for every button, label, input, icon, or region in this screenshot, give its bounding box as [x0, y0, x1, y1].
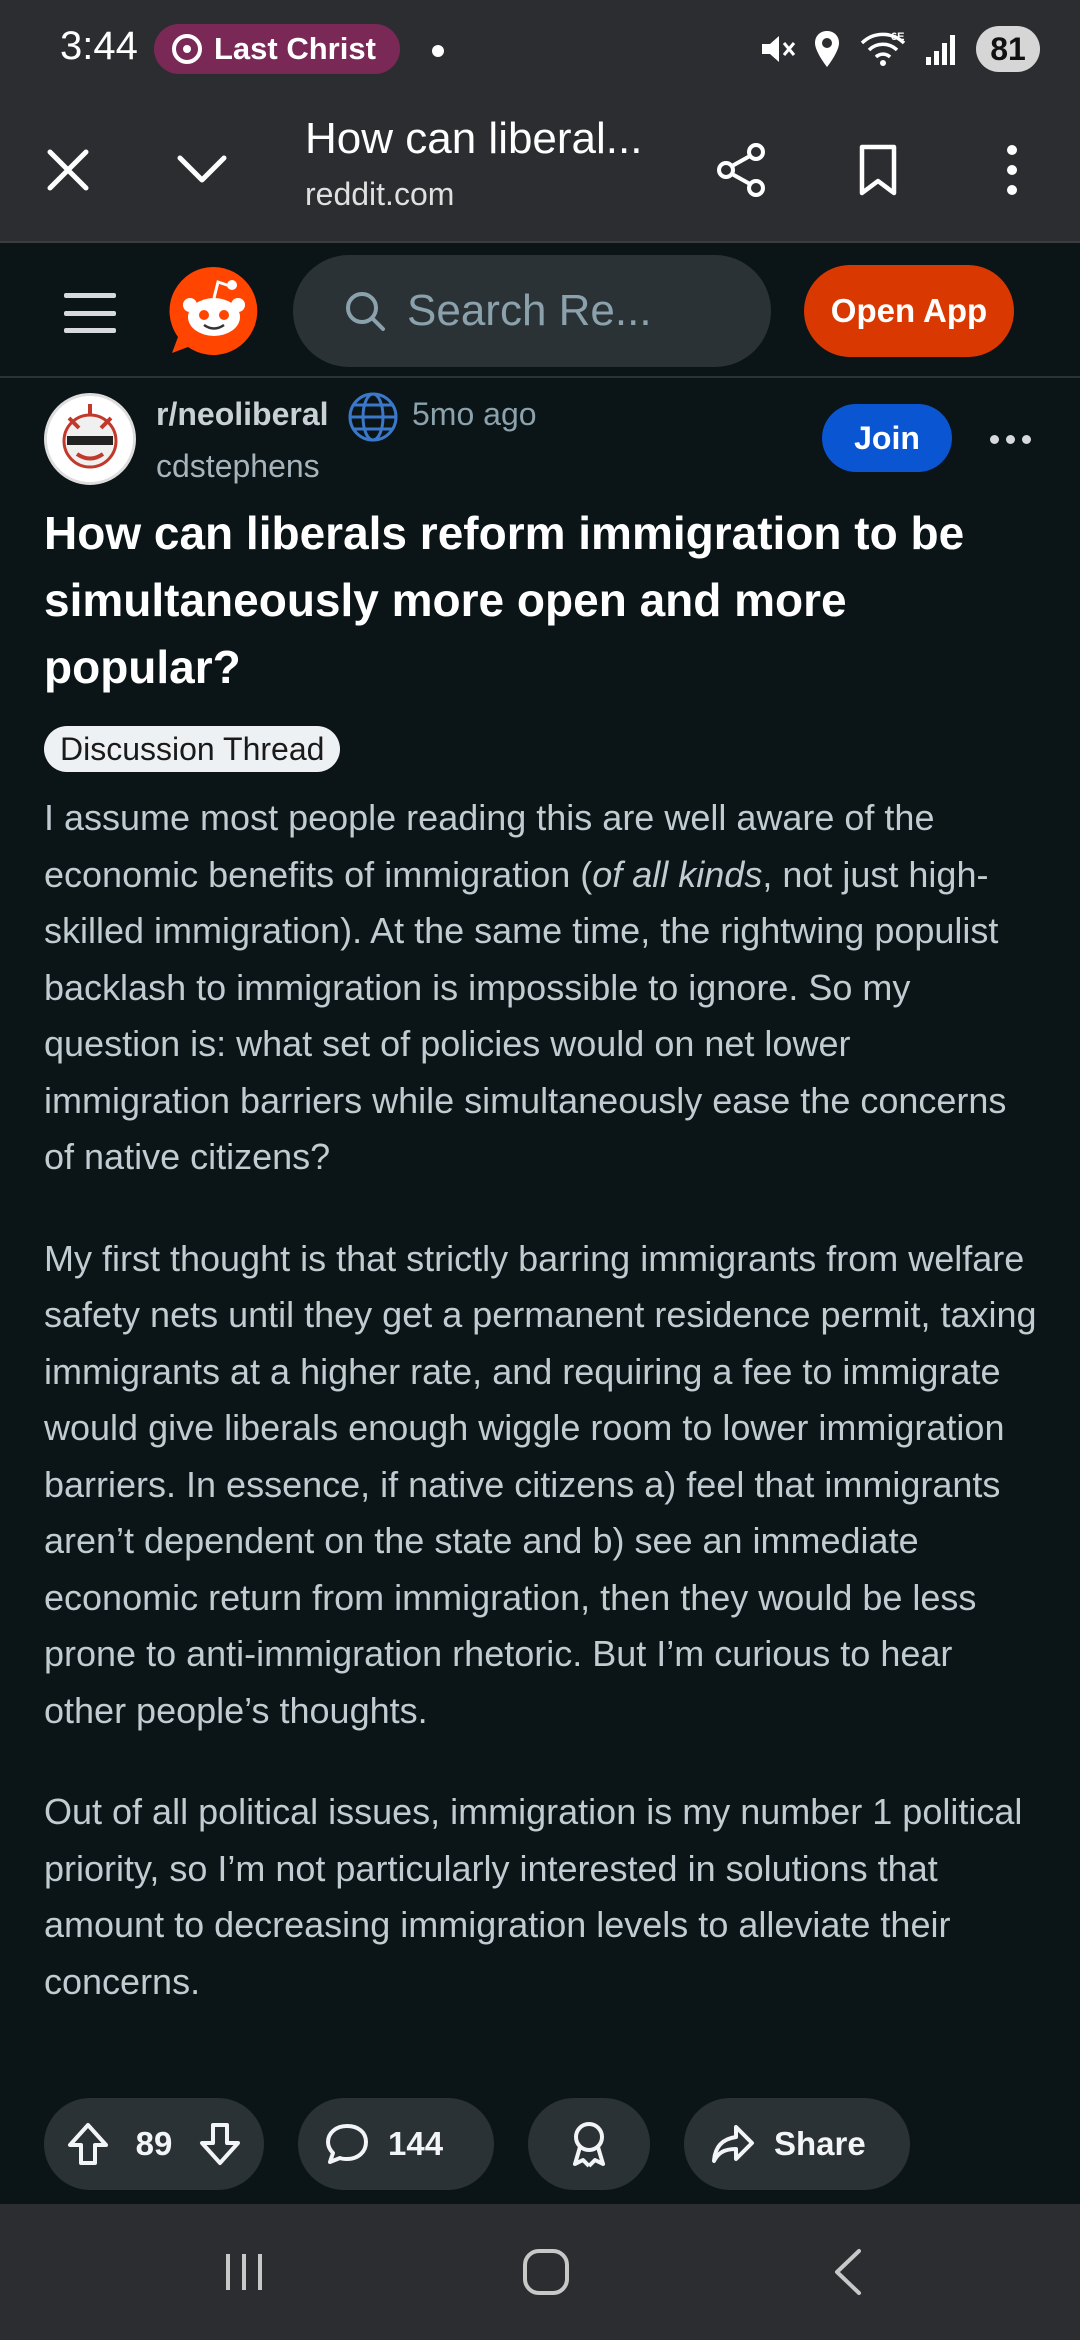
post-title: How can liberals reform immigration to b…: [44, 507, 965, 693]
post-time-ago: 5mo ago: [412, 396, 537, 432]
search-placeholder: Search Re...: [407, 286, 652, 335]
vote-count: 89: [135, 2125, 173, 2162]
post-paragraph: My first thought is that strictly barrin…: [44, 1237, 1037, 1731]
home-icon: [523, 2249, 569, 2295]
subreddit-avatar-image: [47, 396, 133, 482]
page-title: How can liberal...: [305, 114, 643, 163]
post-paragraph-italic: of all kinds: [592, 853, 763, 895]
wifi-icon: 6E: [860, 31, 906, 66]
browser-menu-button[interactable]: [972, 130, 1052, 210]
post-paragraph: Out of all political issues, immigration…: [44, 1791, 1023, 2002]
close-tab-button[interactable]: [28, 130, 108, 210]
more-vertical-icon: [1007, 145, 1017, 195]
open-app-button[interactable]: Open App: [804, 265, 1014, 357]
search-input[interactable]: Search Re...: [293, 255, 771, 367]
network-type-label: 6E: [891, 31, 904, 43]
bookmark-icon: [859, 144, 897, 196]
signal-icon: [926, 35, 955, 65]
search-icon: [346, 292, 385, 331]
recent-apps-icon: [226, 2254, 262, 2290]
bookmark-button[interactable]: [838, 130, 918, 210]
minimize-button[interactable]: [162, 130, 242, 210]
share-label: Share: [774, 2125, 866, 2162]
media-pill-text: Last Christ: [214, 31, 376, 66]
subreddit-avatar[interactable]: [44, 393, 136, 485]
post-action-bar: 89 144 Share: [44, 2098, 910, 2190]
post-body: I assume most people reading this are we…: [44, 790, 1044, 2055]
page-url: reddit.com: [305, 176, 455, 212]
join-button[interactable]: Join: [822, 404, 952, 472]
back-icon: [835, 2249, 861, 2295]
subreddit-name[interactable]: r/neoliberal: [156, 396, 329, 433]
upvote-icon[interactable]: [66, 2121, 110, 2167]
mute-icon: [762, 36, 796, 62]
back-button[interactable]: [808, 2240, 888, 2304]
share-arrow-icon: [712, 2125, 754, 2163]
award-button[interactable]: [528, 2098, 650, 2190]
reddit-logo[interactable]: [168, 265, 260, 357]
chevron-down-icon: [177, 155, 227, 183]
battery-indicator: 81: [976, 26, 1040, 72]
reddit-header: Search Re... Open App: [0, 245, 1080, 378]
location-icon: [815, 31, 839, 67]
vote-control: 89: [44, 2098, 264, 2190]
more-dot: [989, 434, 999, 444]
browser-toolbar: How can liberal... reddit.com: [0, 100, 1080, 243]
post-paragraph: I assume most people reading this are we…: [44, 790, 1044, 1186]
status-time: 3:44: [60, 24, 138, 68]
home-button[interactable]: [506, 2240, 586, 2304]
post-author[interactable]: cdstephens: [156, 448, 320, 485]
more-dot: [1005, 434, 1015, 444]
media-playing-pill[interactable]: Last Christ: [154, 24, 400, 74]
share-button[interactable]: Share: [684, 2098, 910, 2190]
status-icons: 6E 81: [756, 26, 1040, 72]
close-icon: [47, 149, 89, 191]
recent-apps-button[interactable]: [204, 2240, 284, 2304]
post-flair[interactable]: Discussion Thread: [44, 726, 341, 772]
downvote-icon[interactable]: [198, 2121, 242, 2167]
comment-icon: [326, 2124, 368, 2164]
menu-button[interactable]: [60, 285, 120, 341]
share-icon: [717, 143, 765, 197]
system-navigation-bar: [0, 2204, 1080, 2340]
post-more-options-button[interactable]: [982, 414, 1038, 464]
share-page-button[interactable]: [702, 130, 782, 210]
comment-count: 144: [388, 2125, 444, 2162]
page: 3:44 Last Christ 6E 81 How can liberal..…: [0, 0, 1080, 2340]
media-play-icon: [172, 34, 202, 64]
more-dot: [1021, 434, 1031, 444]
comments-button[interactable]: 144: [298, 2098, 494, 2190]
award-icon: [573, 2122, 605, 2168]
globe-icon: [348, 392, 398, 442]
notification-dot-icon: [432, 45, 444, 57]
status-bar: 3:44 Last Christ 6E 81: [0, 0, 1080, 100]
post-paragraph-text: , not just high-skilled immigration). At…: [44, 853, 1007, 1178]
